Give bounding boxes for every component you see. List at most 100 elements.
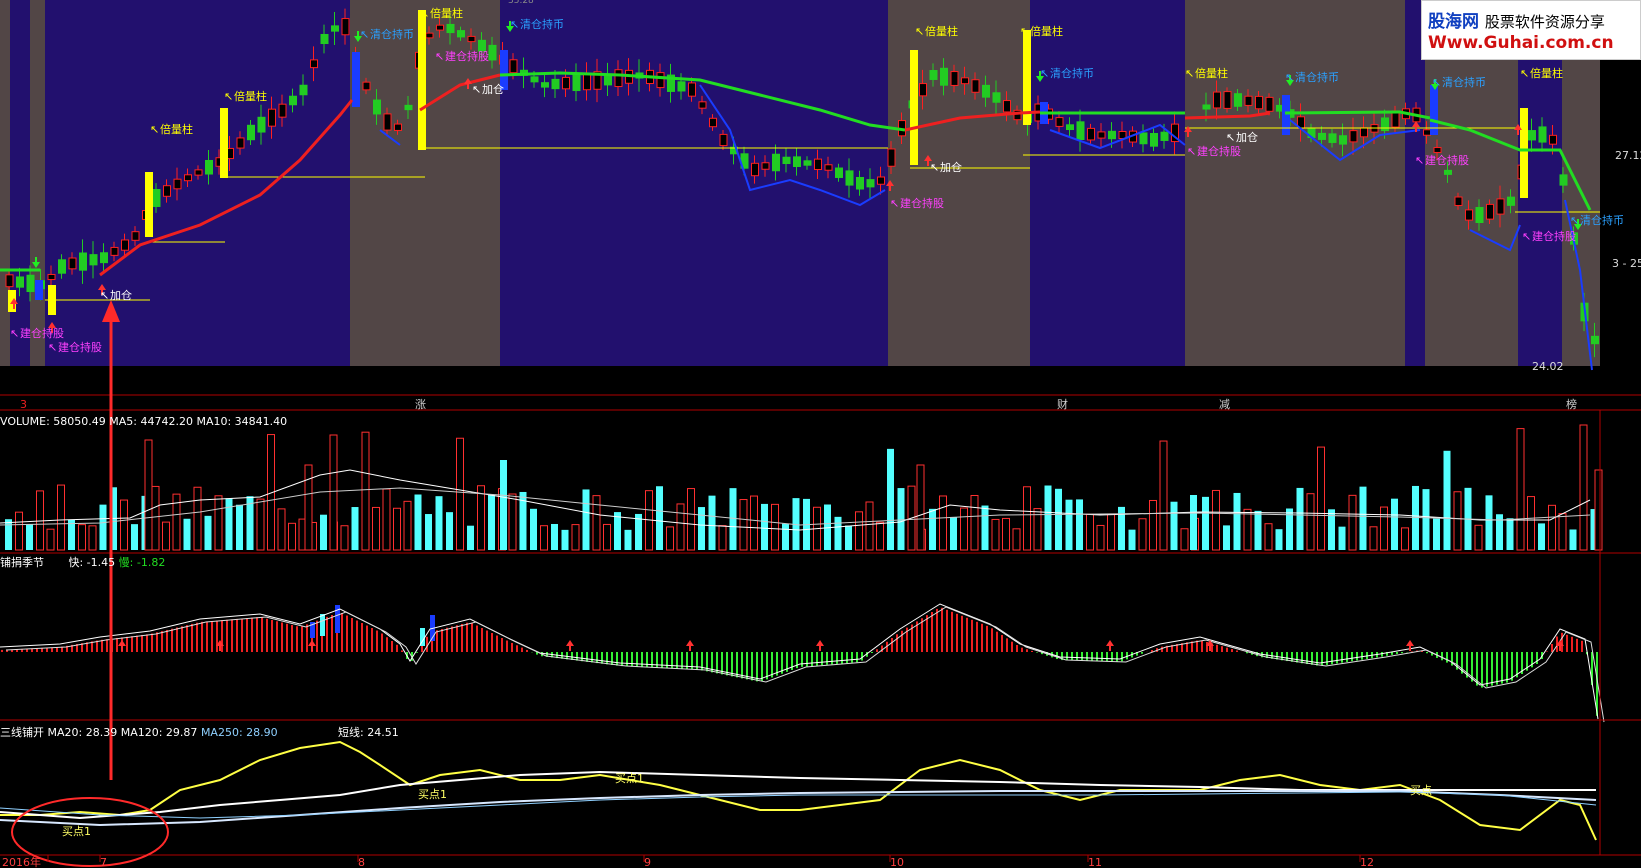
candle-body-141: [1507, 196, 1515, 206]
volume-ma10: MA10: 34841.40: [196, 415, 288, 428]
candle-body-124: [1328, 133, 1337, 143]
volume-bar-145: [1527, 496, 1535, 551]
watermark-url: Www.Guhai.com.cn: [1428, 33, 1614, 53]
candle-body-73: [772, 153, 780, 172]
volume-bar-128: [1348, 494, 1357, 551]
volume-bar-44: [467, 525, 474, 550]
candle-body-108: [1139, 132, 1148, 145]
candle-body-76: [803, 160, 812, 166]
candle-body-89: [940, 67, 948, 86]
candle-body-92: [971, 79, 980, 93]
annotation-label-21: 倍量柱: [1530, 66, 1563, 80]
annotation-arrow-15: ↖: [1185, 67, 1194, 80]
volume-bar-42: [446, 512, 453, 550]
indicator-name: 铺捐季节: [0, 556, 44, 569]
volume-bar-85: [897, 488, 905, 550]
volume-value: VOLUME: 58050.49: [0, 415, 106, 428]
candle-body-43: [457, 30, 465, 38]
annotation-arrow-5: ↖: [420, 7, 429, 20]
volume-bar-66: [698, 507, 705, 550]
volume-bar-92: [970, 494, 979, 551]
volume-bar-112: [1180, 528, 1189, 551]
candle-body-115: [1234, 93, 1242, 107]
event-label-3: 榜: [1566, 397, 1577, 411]
candle-body-114: [1223, 91, 1232, 109]
volume-bar-111: [1170, 501, 1178, 550]
candle-body-93: [982, 84, 990, 98]
candle-body-41: [436, 24, 444, 31]
annotation-arrow-3: ↖: [150, 123, 159, 136]
candle-body-65: [688, 82, 696, 97]
candle-body-58: [614, 69, 623, 88]
indicator-fast: 快: -1.45: [68, 556, 116, 569]
volume-bar-81: [855, 511, 863, 551]
volume-bar-130: [1369, 526, 1378, 551]
candle-body-88: [929, 70, 938, 80]
volume-bar-120: [1264, 523, 1273, 551]
ma120-value: MA120: 29.87: [120, 726, 198, 739]
volume-bar-38: [403, 500, 412, 551]
candle-body-37: [394, 123, 402, 131]
volume-bar-7: [78, 524, 86, 551]
annotation-arrow-9: ↖: [510, 18, 519, 31]
annotation-arrow-0: ↖: [10, 327, 19, 340]
annotation-label-23: 建仓持股: [1532, 229, 1576, 243]
volume-bar-46: [488, 494, 495, 550]
annotation-arrow-18: ↖: [1187, 145, 1196, 158]
candle-body-100: [1055, 117, 1064, 127]
volume-bar-35: [372, 506, 380, 551]
ma120-line: [0, 790, 1597, 827]
candle-body-143: [1528, 130, 1536, 141]
volume-bar-1: [15, 511, 23, 551]
candle-body-83: [877, 176, 885, 185]
annotation-arrow-16: ↖: [1285, 71, 1294, 84]
annotation-arrow-19: ↖: [1432, 76, 1441, 89]
volume-tall-3: [916, 464, 925, 551]
volume-bar-141: [1485, 495, 1493, 550]
volume-bar-62: [656, 486, 663, 550]
candle-body-1: [16, 276, 24, 288]
candle-body-102: [1076, 121, 1085, 141]
volume-bar-15: [162, 521, 170, 551]
volume-bar-135: [1422, 489, 1430, 550]
x-axis-label-1: 7: [100, 856, 107, 868]
indicator-arrow-3: [566, 640, 574, 651]
annotation-label-14: 清仓持币: [1050, 66, 1094, 80]
candle-body-9: [100, 252, 108, 264]
volume-bar-24: [256, 498, 265, 551]
indicator-arrow-2: [308, 640, 316, 651]
annotation-arrow-13: ↖: [890, 197, 899, 210]
candle-body-82: [866, 179, 875, 188]
volume-bar-39: [414, 494, 422, 550]
volume-bar-68: [718, 525, 727, 551]
volume-bar-2: [26, 523, 33, 550]
candle-body-137: [1465, 209, 1473, 221]
candle-body-103: [1087, 127, 1095, 141]
candle-body-32: [341, 18, 350, 36]
volume-bar-96: [1012, 528, 1021, 551]
annotation-label-12: 加仓: [940, 160, 962, 174]
volume-bar-116: [1223, 525, 1230, 550]
candle-body-149: [1591, 335, 1599, 345]
volume-bar-143: [1506, 518, 1514, 550]
volume-bar-45: [477, 485, 485, 551]
candle-body-36: [383, 113, 392, 131]
candle-body-109: [1150, 132, 1158, 147]
volume-bar-43: [456, 437, 464, 551]
ma-header: 三线铺开 MA20: 28.39 MA120: 29.87 MA250: 28.…: [0, 726, 278, 739]
volume-bar-63: [666, 526, 674, 551]
volume-bar-4: [46, 528, 55, 551]
volume-bar-146: [1538, 523, 1545, 550]
candle-body-10: [110, 246, 119, 256]
event-label-0: 涨: [415, 398, 426, 411]
candle-body-138: [1475, 206, 1484, 224]
annotation-arrow-23: ↖: [1522, 230, 1531, 243]
volume-bar-18: [193, 486, 202, 551]
volume-bar-32: [340, 525, 349, 551]
volume-bar-71: [750, 495, 758, 551]
volume-bar-41: [435, 496, 443, 550]
volume-tall-cyan-0: [500, 460, 507, 550]
candle-body-27: [289, 95, 297, 106]
candle-body-74: [782, 156, 791, 165]
price-label-bottom: 24.02: [1532, 360, 1564, 373]
